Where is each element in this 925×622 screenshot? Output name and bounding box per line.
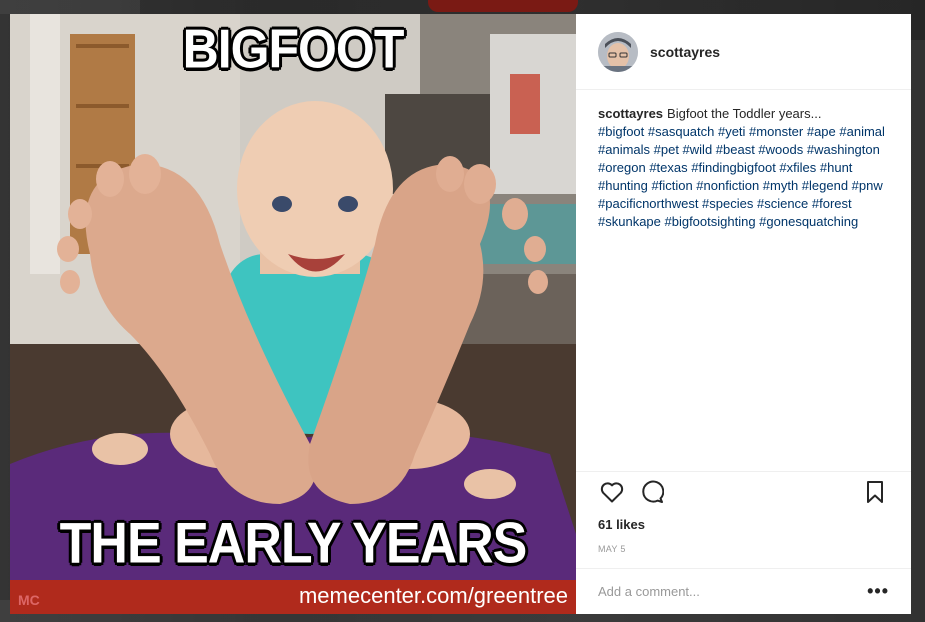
bookmark-icon[interactable] — [861, 478, 889, 506]
post-image[interactable]: BIGFOOT THE EARLY YEARS MC memecenter.co… — [10, 14, 576, 614]
username-link[interactable]: scottayres — [650, 44, 720, 60]
caption-hashtags[interactable]: #bigfoot #sasquatch #yeti #monster #ape … — [598, 124, 885, 229]
meme-bottom-text: THE EARLY YEARS — [59, 512, 528, 576]
caption-text: Bigfoot the Toddler years... — [667, 106, 822, 121]
caption-username[interactable]: scottayres — [598, 106, 663, 121]
more-options-icon[interactable]: ••• — [867, 581, 889, 602]
comment-bubble-icon[interactable] — [638, 478, 666, 506]
background-thumbnail — [428, 0, 578, 12]
caption: scottayres Bigfoot the Toddler years... #… — [576, 90, 911, 471]
post-modal: BIGFOOT THE EARLY YEARS MC memecenter.co… — [10, 14, 911, 614]
watermark-logo: MC — [18, 592, 40, 608]
action-bar — [576, 471, 911, 511]
heart-icon[interactable] — [598, 478, 626, 506]
post-header: scottayres — [576, 14, 911, 90]
watermark-bar: MC memecenter.com/greentree — [10, 580, 576, 614]
avatar[interactable] — [598, 31, 638, 72]
watermark-url: memecenter.com/greentree — [298, 583, 568, 608]
comment-row: ••• — [576, 568, 911, 614]
avatar-image — [598, 31, 638, 72]
post-side-panel: scottayres scottayres Bigfoot the Toddler… — [576, 14, 911, 614]
post-date: MAY 5 — [598, 544, 626, 554]
comment-input[interactable] — [598, 584, 868, 599]
meme-top-text: BIGFOOT — [182, 18, 405, 80]
likes-count[interactable]: 61 likes — [576, 511, 911, 532]
